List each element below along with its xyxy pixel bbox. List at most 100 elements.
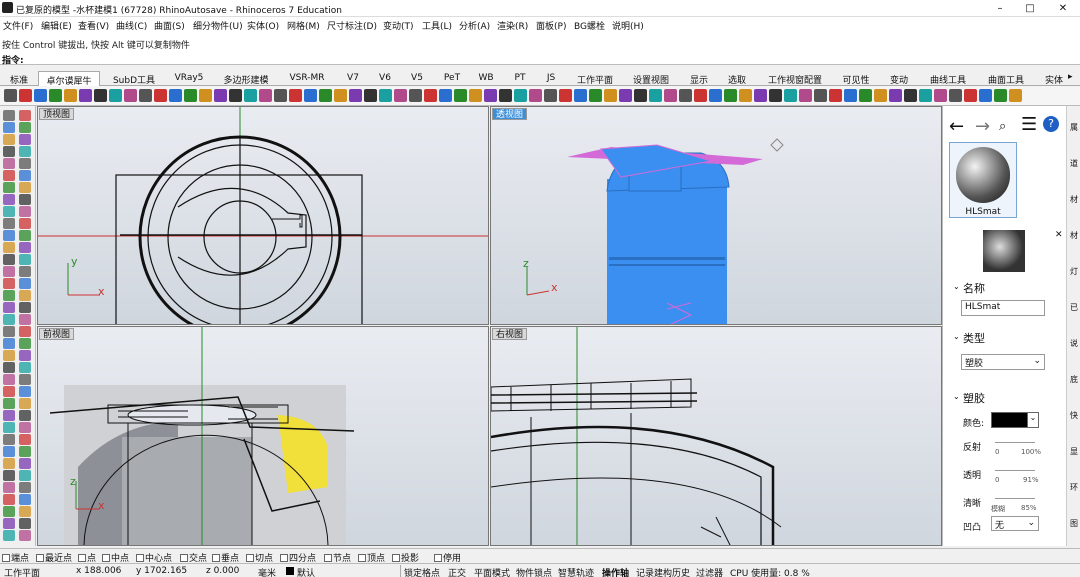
- toolbar-tool-icon[interactable]: [364, 89, 377, 102]
- viewport-front-title[interactable]: 前视图: [39, 328, 75, 340]
- tab-wb[interactable]: WB: [472, 71, 500, 86]
- tab-standard[interactable]: 标准: [4, 71, 34, 86]
- tab-curve-tools[interactable]: 曲线工具: [924, 71, 972, 86]
- osnap-knot-checkbox[interactable]: [324, 554, 332, 562]
- osnap-quad-checkbox[interactable]: [280, 554, 288, 562]
- left-tool-icon[interactable]: [3, 218, 15, 229]
- toolbar-tool-icon[interactable]: [994, 89, 1007, 102]
- right-tab-ground[interactable]: 底: [1068, 374, 1080, 385]
- left-tool-icon[interactable]: [19, 350, 31, 361]
- left-tool-icon[interactable]: [3, 338, 15, 349]
- left-tool-icon[interactable]: [19, 194, 31, 205]
- left-tool-icon[interactable]: [19, 110, 31, 121]
- toolbar-tool-icon[interactable]: [574, 89, 587, 102]
- toolbar-tool-icon[interactable]: [34, 89, 47, 102]
- tab-cplane[interactable]: 工作平面: [570, 71, 620, 86]
- left-tool-icon[interactable]: [19, 206, 31, 217]
- menu-analyze[interactable]: 分析(A): [459, 19, 490, 32]
- left-tool-icon[interactable]: [3, 122, 15, 133]
- toolbar-tool-icon[interactable]: [139, 89, 152, 102]
- right-tab-help[interactable]: 说: [1068, 338, 1080, 349]
- osnap-mid-checkbox[interactable]: [102, 554, 110, 562]
- left-tool-icon[interactable]: [3, 518, 15, 529]
- toolbar-tool-icon[interactable]: [454, 89, 467, 102]
- toolbar-tool-icon[interactable]: [19, 89, 32, 102]
- back-arrow-icon[interactable]: ←: [949, 116, 964, 137]
- toolbar-tool-icon[interactable]: [79, 89, 92, 102]
- toolbar-tool-icon[interactable]: [979, 89, 992, 102]
- menu-edit[interactable]: 编辑(E): [41, 19, 72, 32]
- toolbar-tool-icon[interactable]: [709, 89, 722, 102]
- chevron-down-icon[interactable]: ⌄: [1027, 412, 1039, 428]
- tab-vray5[interactable]: VRay5: [166, 71, 212, 86]
- bump-dropdown[interactable]: 无 ⌄: [991, 516, 1039, 531]
- toolbar-tool-icon[interactable]: [844, 89, 857, 102]
- left-tool-icon[interactable]: [3, 374, 15, 385]
- right-tab-environment[interactable]: 环: [1068, 482, 1080, 493]
- status-filter[interactable]: 过滤器: [696, 566, 723, 577]
- left-tool-icon[interactable]: [19, 530, 31, 541]
- toolbar-tool-icon[interactable]: [154, 89, 167, 102]
- tab-solid[interactable]: 实体: [1040, 71, 1068, 86]
- tab-poly-modeling[interactable]: 多边形建模: [216, 71, 276, 86]
- menu-mesh[interactable]: 网格(M): [287, 19, 320, 32]
- toolbar-tool-icon[interactable]: [904, 89, 917, 102]
- toolbar-tool-icon[interactable]: [274, 89, 287, 102]
- left-tool-icon[interactable]: [19, 242, 31, 253]
- left-tool-icon[interactable]: [3, 434, 15, 445]
- left-tool-icon[interactable]: [3, 266, 15, 277]
- tabs-scroll-right-icon[interactable]: ▸: [1068, 72, 1073, 82]
- left-tool-icon[interactable]: [3, 314, 15, 325]
- left-tool-icon[interactable]: [3, 182, 15, 193]
- close-preview-icon[interactable]: ✕: [1055, 230, 1063, 240]
- forward-arrow-icon[interactable]: →: [975, 116, 990, 137]
- tab-subd-tools[interactable]: SubD工具: [106, 71, 162, 86]
- toolbar-tool-icon[interactable]: [229, 89, 242, 102]
- toolbar-tool-icon[interactable]: [439, 89, 452, 102]
- left-tool-icon[interactable]: [3, 134, 15, 145]
- left-tool-icon[interactable]: [19, 458, 31, 469]
- left-tool-icon[interactable]: [3, 506, 15, 517]
- osnap-end-checkbox[interactable]: [2, 554, 10, 562]
- tab-transform[interactable]: 变动: [884, 71, 914, 86]
- osnap-perp-checkbox[interactable]: [212, 554, 220, 562]
- status-grid-snap[interactable]: 锁定格点: [404, 566, 440, 577]
- toolbar-tool-icon[interactable]: [664, 89, 677, 102]
- tab-surface-tools[interactable]: 曲面工具: [982, 71, 1030, 86]
- left-tool-icon[interactable]: [19, 182, 31, 193]
- left-tool-icon[interactable]: [19, 170, 31, 181]
- left-tool-icon[interactable]: [19, 158, 31, 169]
- toolbar-tool-icon[interactable]: [619, 89, 632, 102]
- left-tool-icon[interactable]: [19, 302, 31, 313]
- left-tool-icon[interactable]: [3, 146, 15, 157]
- left-tool-icon[interactable]: [19, 134, 31, 145]
- menu-surface[interactable]: 曲面(S): [154, 19, 185, 32]
- left-tool-icon[interactable]: [19, 362, 31, 373]
- toolbar-tool-icon[interactable]: [739, 89, 752, 102]
- tab-display[interactable]: 显示: [684, 71, 714, 86]
- right-tab-properties[interactable]: 属: [1068, 122, 1080, 133]
- tab-set-view[interactable]: 设置视图: [626, 71, 676, 86]
- chevron-down-icon[interactable]: ⌄: [953, 332, 960, 341]
- osnap-disable-checkbox[interactable]: [434, 554, 442, 562]
- material-card[interactable]: HLSmat: [949, 142, 1017, 218]
- viewport-top-title[interactable]: 顶视图: [39, 108, 75, 120]
- left-tool-icon[interactable]: [19, 434, 31, 445]
- status-smarttrack[interactable]: 智慧轨迹: [558, 566, 594, 577]
- left-tool-icon[interactable]: [19, 482, 31, 493]
- viewport-perspective-title[interactable]: 透视图: [492, 108, 528, 120]
- toolbar-tool-icon[interactable]: [784, 89, 797, 102]
- toolbar-tool-icon[interactable]: [649, 89, 662, 102]
- chevron-down-icon[interactable]: ⌄: [953, 392, 960, 401]
- command-input[interactable]: [26, 51, 1076, 63]
- left-tool-icon[interactable]: [3, 386, 15, 397]
- toolbar-tool-icon[interactable]: [424, 89, 437, 102]
- left-tool-icon[interactable]: [3, 290, 15, 301]
- left-tool-icon[interactable]: [19, 326, 31, 337]
- toolbar-tool-icon[interactable]: [304, 89, 317, 102]
- toolbar-tool-icon[interactable]: [499, 89, 512, 102]
- right-tab-materials-2[interactable]: 材: [1068, 230, 1080, 241]
- tab-v5[interactable]: V5: [402, 71, 432, 86]
- left-tool-icon[interactable]: [19, 410, 31, 421]
- left-tool-icon[interactable]: [3, 242, 15, 253]
